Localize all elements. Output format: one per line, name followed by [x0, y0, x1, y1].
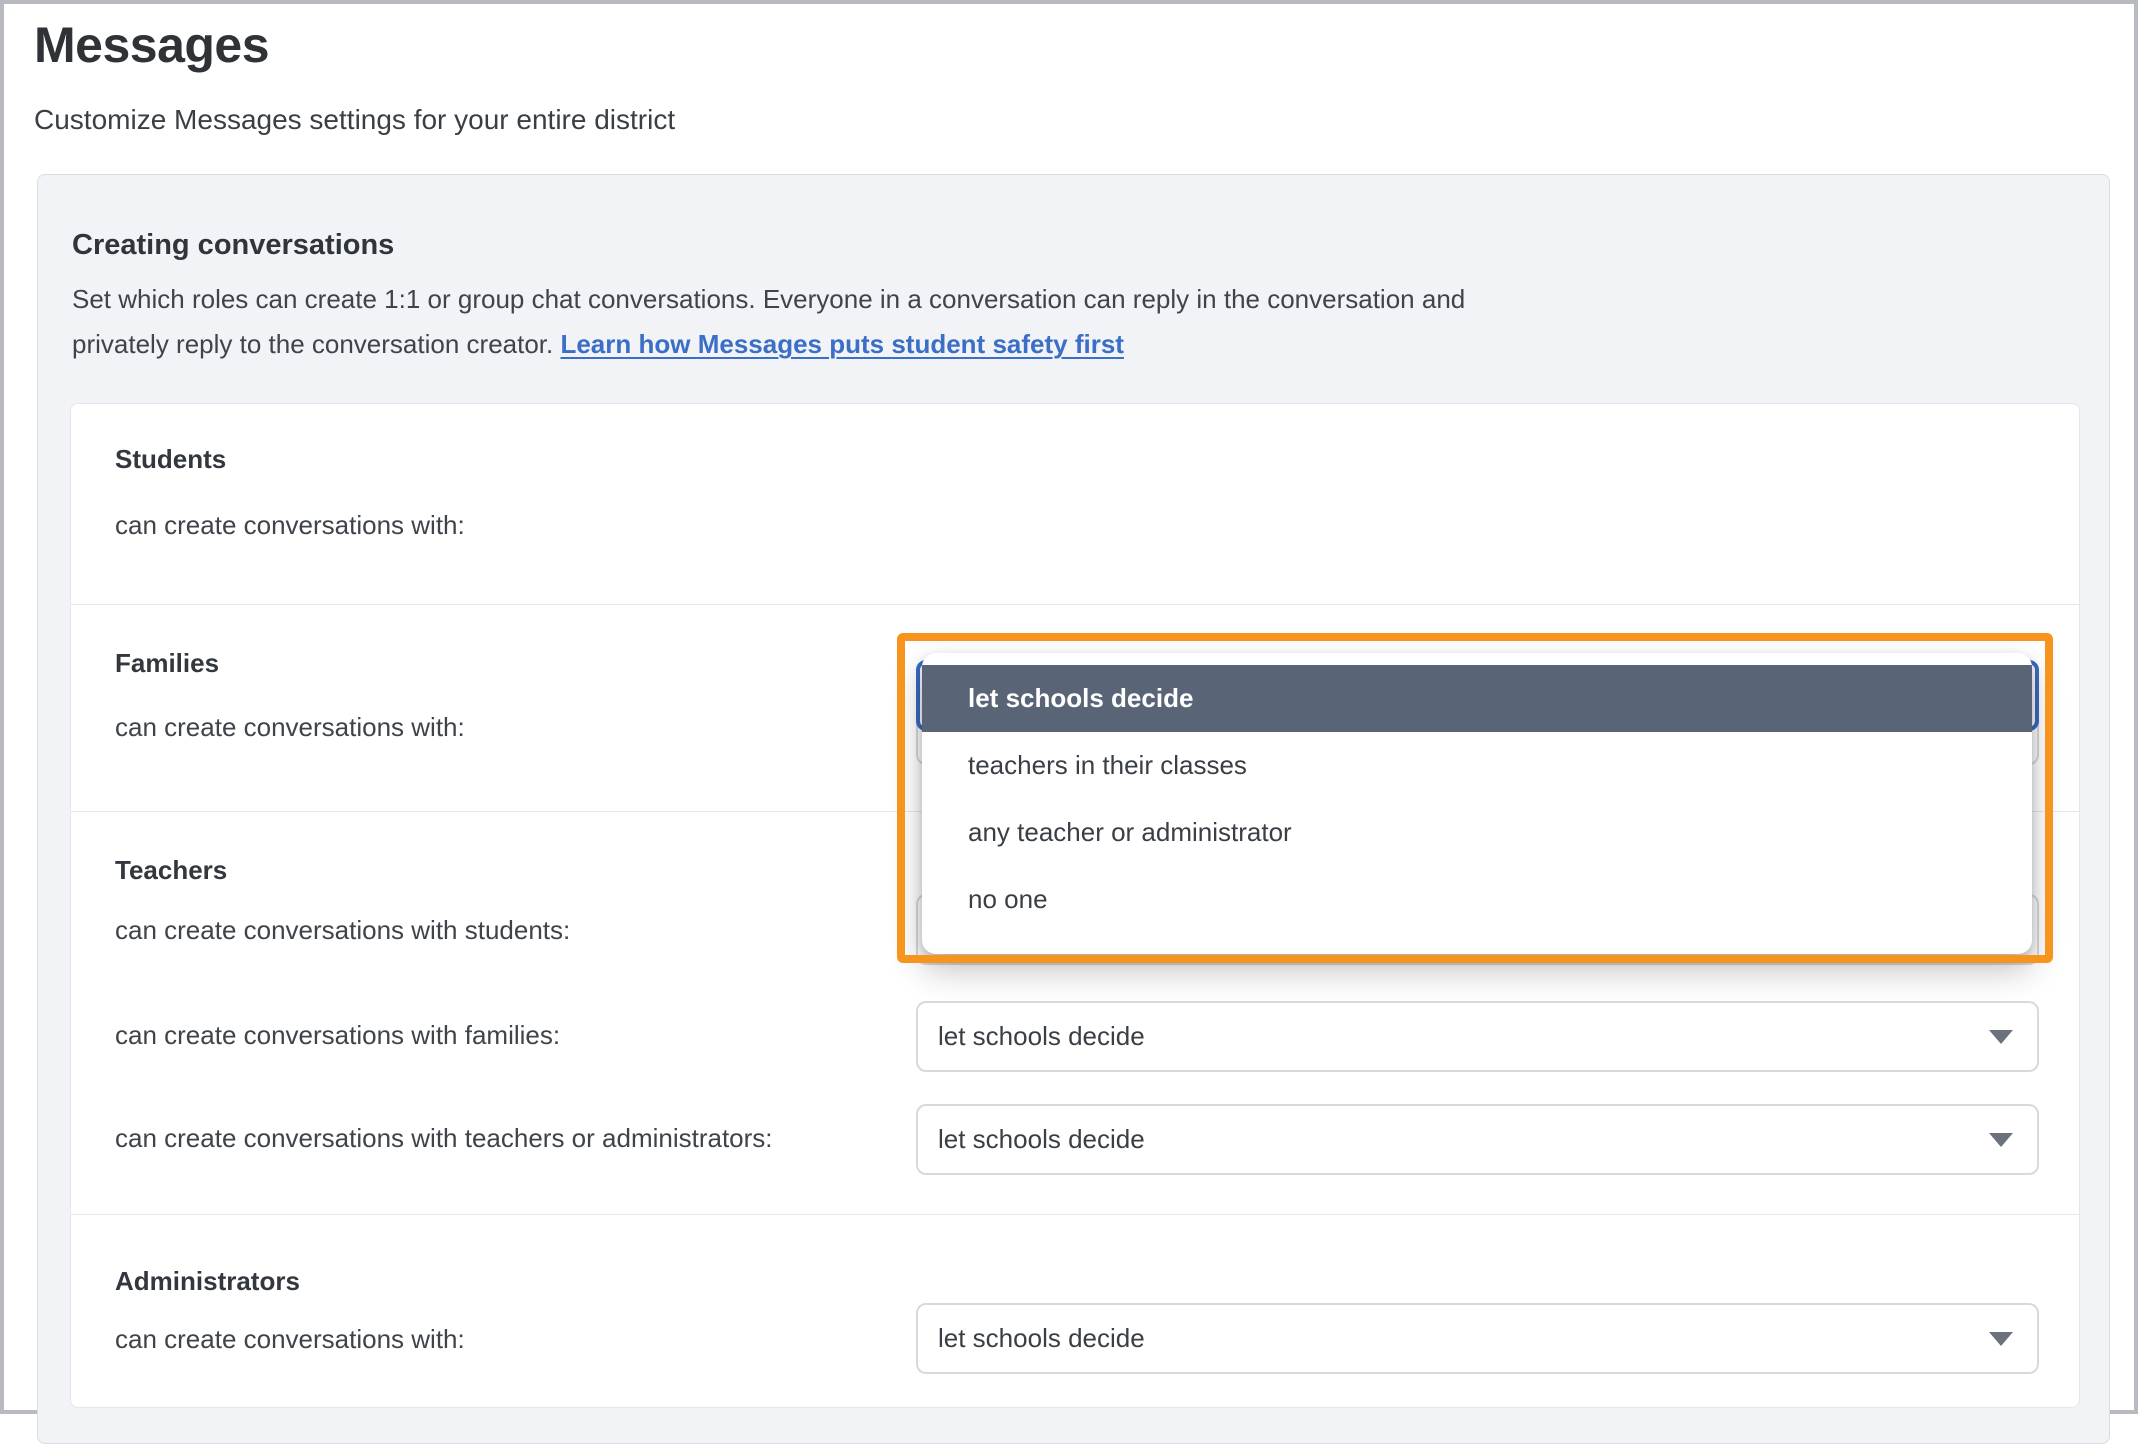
teachers-admins-row-label: can create conversations with teachers o… — [115, 1123, 773, 1154]
teachers-with-families-select[interactable]: let schools decide — [916, 1001, 2039, 1072]
administrators-select[interactable]: let schools decide — [916, 1303, 2039, 1374]
row-divider — [71, 604, 2079, 605]
page-subtitle: Customize Messages settings for your ent… — [34, 104, 675, 136]
dropdown-option-no-one[interactable]: no one — [922, 866, 2032, 933]
dropdown-option-any-teacher-or-administrator[interactable]: any teacher or administrator — [922, 799, 2032, 866]
teachers-families-row-label: can create conversations with families: — [115, 1020, 560, 1051]
students-row-label: can create conversations with: — [115, 510, 465, 541]
role-name-students: Students — [115, 444, 226, 475]
role-name-teachers: Teachers — [115, 855, 227, 886]
dropdown-option-let-schools-decide[interactable]: let schools decide — [922, 665, 2032, 732]
select-value: let schools decide — [938, 1124, 1145, 1154]
section-description: Set which roles can create 1:1 or group … — [72, 277, 1465, 367]
dropdown-option-teachers-in-their-classes[interactable]: teachers in their classes — [922, 732, 2032, 799]
roles-panel: Students can create conversations with: … — [70, 403, 2080, 1408]
creating-conversations-card: Creating conversations Set which roles c… — [37, 174, 2110, 1444]
messages-settings-page: { "page": { "title": "Messages", "subtit… — [0, 0, 2138, 1414]
role-name-families: Families — [115, 648, 219, 679]
page-title: Messages — [34, 16, 269, 74]
row-divider — [71, 1214, 2079, 1215]
student-safety-link[interactable]: Learn how Messages puts student safety f… — [560, 329, 1123, 359]
description-line-1: Set which roles can create 1:1 or group … — [72, 284, 1465, 314]
section-heading: Creating conversations — [72, 229, 394, 262]
select-value: let schools decide — [938, 1323, 1145, 1353]
families-row-label: can create conversations with: — [115, 712, 465, 743]
select-value: let schools decide — [938, 1021, 1145, 1051]
administrators-row-label: can create conversations with: — [115, 1324, 465, 1355]
chevron-down-icon — [1989, 1332, 2013, 1346]
description-line-2: privately reply to the conversation crea… — [72, 329, 560, 359]
chevron-down-icon — [1989, 1030, 2013, 1044]
role-name-administrators: Administrators — [115, 1266, 300, 1297]
teachers-students-row-label: can create conversations with students: — [115, 915, 570, 946]
chevron-down-icon — [1989, 1133, 2013, 1147]
students-dropdown-menu: let schools decide teachers in their cla… — [922, 653, 2032, 954]
teachers-with-teachers-admins-select[interactable]: let schools decide — [916, 1104, 2039, 1175]
